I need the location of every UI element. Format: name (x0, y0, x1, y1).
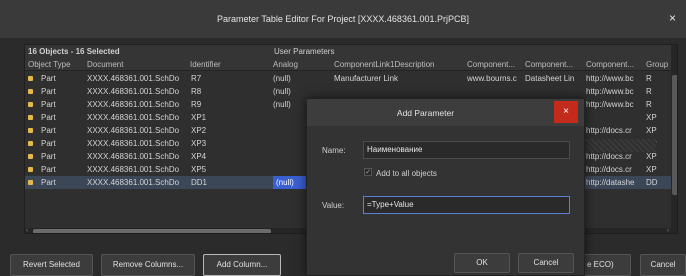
cell-component-3[interactable]: http://datashe (586, 176, 644, 189)
cell-identifier[interactable]: R8 (191, 85, 269, 98)
cell-group[interactable]: R (646, 98, 670, 111)
dialog-titlebar: Add Parameter × (307, 99, 584, 126)
cell-group[interactable]: XP (646, 124, 670, 137)
part-icon (28, 141, 33, 146)
value-input[interactable]: =Type+Value (363, 196, 570, 214)
cell-component-2[interactable]: Datasheet Lin (525, 72, 583, 85)
column-header-identifier[interactable]: Identifier (190, 58, 268, 71)
cell-identifier[interactable]: XP2 (191, 124, 269, 137)
cell-document[interactable]: XXXX.468361.001.SchDo (87, 85, 189, 98)
part-icon (28, 89, 33, 94)
window-titlebar: Parameter Table Editor For Project [XXXX… (0, 0, 686, 38)
dialog-title: Add Parameter (396, 108, 455, 118)
scroll-left-icon[interactable]: ‹ (26, 228, 28, 233)
window-title: Parameter Table Editor For Project [XXXX… (217, 14, 469, 24)
cell-document[interactable]: XXXX.468361.001.SchDo (87, 98, 189, 111)
part-icon (28, 102, 33, 107)
add-parameter-dialog: Add Parameter × Name: Наименование ✓ Add… (306, 98, 585, 276)
dialog-cancel-button[interactable]: Cancel (518, 253, 574, 273)
cell-component-1[interactable]: www.bourns.c (467, 72, 523, 85)
cell-group[interactable]: R (646, 72, 670, 85)
revert-selected-button[interactable]: Revert Selected (10, 254, 93, 276)
main-cancel-button[interactable]: Cancel (640, 254, 686, 276)
cell-document[interactable]: XXXX.468361.001.SchDo (87, 137, 189, 150)
value-label: Value: (322, 201, 345, 210)
part-icon (28, 115, 33, 120)
part-icon (28, 180, 33, 185)
dialog-close-icon[interactable]: × (554, 101, 578, 123)
cell-identifier[interactable]: XP1 (191, 111, 269, 124)
cell-object-type[interactable]: Part (41, 137, 85, 150)
cell-object-type[interactable]: Part (41, 98, 85, 111)
column-header-component-3[interactable]: Component... (586, 58, 644, 71)
column-header-component-2[interactable]: Component... (525, 58, 583, 71)
cell-identifier[interactable]: DD1 (191, 176, 269, 189)
cell-document[interactable]: XXXX.468361.001.SchDo (87, 163, 189, 176)
column-header-object-type[interactable]: Object Type (28, 58, 84, 71)
cell-document[interactable]: XXXX.468361.001.SchDo (87, 176, 189, 189)
name-input[interactable]: Наименование (363, 141, 570, 159)
cell-identifier[interactable]: XP5 (191, 163, 269, 176)
cell-document[interactable]: XXXX.468361.001.SchDo (87, 72, 189, 85)
cell-object-type[interactable]: Part (41, 72, 85, 85)
cell-component-3[interactable]: http://www.bc (586, 72, 644, 85)
table-row[interactable]: Part XXXX.468361.001.SchDo R8 (null) http://… (25, 85, 671, 98)
cell-identifier[interactable]: XP4 (191, 150, 269, 163)
selection-summary: 16 Objects - 16 Selected (25, 45, 271, 58)
cell-object-type[interactable]: Part (41, 176, 85, 189)
cell-group[interactable]: DD (646, 176, 670, 189)
hatched-cell (586, 139, 656, 152)
cell-identifier[interactable]: R7 (191, 72, 269, 85)
part-icon (28, 167, 33, 172)
cell-component-3[interactable]: http://docs.cr (586, 163, 644, 176)
horizontal-scroll-thumb[interactable] (33, 229, 271, 233)
vertical-scrollbar[interactable] (671, 45, 677, 233)
cell-component-3[interactable]: http://docs.cr (586, 124, 644, 137)
cell-component-3[interactable]: http://www.bc (586, 85, 644, 98)
column-header-link-description[interactable]: ComponentLink1Description (334, 58, 464, 71)
cell-object-type[interactable]: Part (41, 124, 85, 137)
cell-group[interactable]: XP (646, 111, 670, 124)
cell-analog[interactable]: (null) (273, 72, 331, 85)
column-header-group[interactable]: Group (646, 58, 672, 71)
cell-analog[interactable]: (null) (273, 85, 331, 98)
window-close-icon[interactable]: × (669, 11, 676, 25)
cell-document[interactable]: XXXX.468361.001.SchDo (87, 111, 189, 124)
add-to-all-label: Add to all objects (376, 169, 437, 178)
table-row[interactable]: Part XXXX.468361.001.SchDo R7 (null) Manufac… (25, 72, 671, 85)
cell-link-description[interactable]: Manufacturer Link (334, 72, 464, 85)
add-column-button[interactable]: Add Column... (203, 254, 281, 276)
part-icon (28, 128, 33, 133)
eco-button[interactable]: e ECO) (584, 254, 631, 276)
cell-component-3[interactable]: http://www.bc (586, 98, 644, 111)
cell-group[interactable]: XP (646, 163, 670, 176)
dialog-ok-button[interactable]: OK (454, 253, 510, 273)
column-header-analog[interactable]: Analog (273, 58, 331, 71)
add-to-all-checkbox[interactable]: ✓ (364, 168, 372, 176)
vertical-scroll-thumb[interactable] (672, 75, 677, 195)
cell-document[interactable]: XXXX.468361.001.SchDo (87, 150, 189, 163)
scroll-right-icon[interactable]: › (667, 228, 669, 233)
part-icon (28, 76, 33, 81)
cell-identifier[interactable]: R9 (191, 98, 269, 111)
cell-document[interactable]: XXXX.468361.001.SchDo (87, 124, 189, 137)
cell-identifier[interactable]: XP3 (191, 137, 269, 150)
cell-object-type[interactable]: Part (41, 85, 85, 98)
cell-object-type[interactable]: Part (41, 163, 85, 176)
column-header-row: Object Type Document Identifier Analog C… (25, 58, 671, 71)
cell-object-type[interactable]: Part (41, 150, 85, 163)
column-header-component-1[interactable]: Component... (467, 58, 523, 71)
column-header-document[interactable]: Document (87, 58, 187, 71)
user-parameters-header: User Parameters (271, 45, 671, 58)
name-label: Name: (322, 146, 346, 155)
remove-columns-button[interactable]: Remove Columns... (101, 254, 195, 276)
cell-object-type[interactable]: Part (41, 111, 85, 124)
cell-group[interactable]: R (646, 85, 670, 98)
part-icon (28, 154, 33, 159)
